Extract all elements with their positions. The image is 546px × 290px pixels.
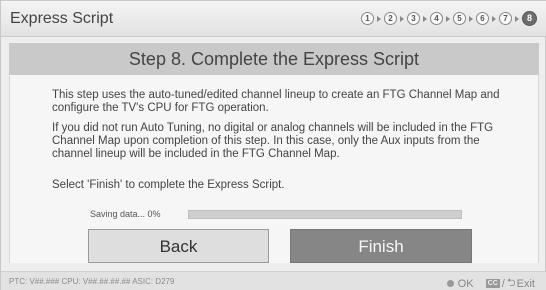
step-3-indicator: 3 — [407, 12, 420, 25]
ok-hint-label: OK — [457, 277, 474, 290]
cc-key-icon: CC — [485, 279, 500, 288]
status-footer: PTC: V##.### CPU: V##.##.##.## ASIC: D27… — [1, 271, 546, 290]
ok-button-icon — [446, 280, 454, 287]
step-1-indicator: 1 — [361, 12, 374, 25]
step-arrow-icon — [515, 15, 519, 22]
step-indicator: 1 2 3 4 5 6 7 8 — [361, 11, 537, 26]
saving-status-label: Saving data... 0% — [90, 209, 161, 219]
step-arrow-icon — [377, 15, 381, 22]
exit-hint-label: Exit — [516, 277, 535, 290]
step-2-indicator: 2 — [384, 12, 397, 25]
step-6-indicator: 6 — [476, 12, 489, 25]
step-arrow-icon — [400, 15, 404, 22]
step-arrow-icon — [423, 15, 427, 22]
saving-progress-bar — [188, 210, 462, 219]
title-bar: Express Script 1 2 3 4 5 6 7 8 — [1, 1, 546, 37]
express-script-window: Express Script 1 2 3 4 5 6 7 8 Step 8. C… — [0, 0, 546, 290]
back-button[interactable]: Back — [88, 229, 269, 263]
step-arrow-icon — [492, 15, 496, 22]
back-arrow-icon: ⮌ — [506, 277, 516, 289]
version-info: PTC: V##.### CPU: V##.##.##.## ASIC: D27… — [9, 277, 175, 286]
hint-separator: / — [501, 277, 505, 290]
step-title: Step 8. Complete the Express Script — [9, 43, 539, 75]
step-5-indicator: 5 — [453, 12, 466, 25]
step-arrow-icon — [469, 15, 473, 22]
description-paragraph: This step uses the auto-tuned/edited cha… — [52, 89, 500, 114]
warning-paragraph: If you did not run Auto Tuning, no digit… — [52, 122, 494, 160]
content-panel: This step uses the auto-tuned/edited cha… — [9, 75, 539, 263]
finish-button[interactable]: Finish — [290, 229, 472, 263]
step-7-indicator: 7 — [499, 12, 512, 25]
instruction-paragraph: Select 'Finish' to complete the Express … — [52, 179, 285, 191]
remote-key-hints: OK CC / ⮌ Exit — [446, 274, 535, 290]
step-8-indicator-active: 8 — [522, 11, 537, 26]
step-arrow-icon — [446, 15, 450, 22]
step-4-indicator: 4 — [430, 12, 443, 25]
window-title: Express Script — [10, 10, 114, 27]
